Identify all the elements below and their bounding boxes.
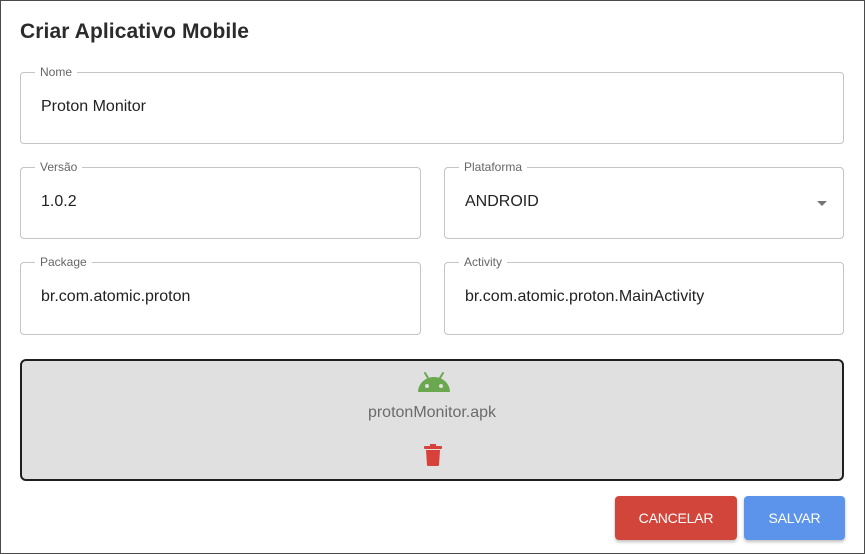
activity-field-value: br.com.atomic.proton.MainActivity xyxy=(465,288,705,305)
version-field[interactable]: Versão 1.0.2 xyxy=(20,160,421,239)
trash-icon[interactable] xyxy=(424,444,442,466)
dialog-title: Criar Aplicativo Mobile xyxy=(20,20,250,43)
dropdown-arrow-icon[interactable] xyxy=(817,201,827,206)
file-dropzone[interactable]: protonMonitor.apk xyxy=(20,359,844,481)
activity-field[interactable]: Activity br.com.atomic.proton.MainActivi… xyxy=(444,255,844,335)
platform-select-label: Plataforma xyxy=(459,160,528,174)
name-field[interactable]: Nome Proton Monitor xyxy=(20,65,844,144)
save-button[interactable]: SALVAR xyxy=(744,496,845,540)
version-field-label: Versão xyxy=(35,160,83,174)
name-field-value: Proton Monitor xyxy=(41,98,146,115)
android-icon xyxy=(418,372,450,392)
version-field-value: 1.0.2 xyxy=(41,193,77,210)
platform-select[interactable]: Plataforma ANDROID xyxy=(444,160,844,239)
create-mobile-app-dialog: Criar Aplicativo Mobile Nome Proton Moni… xyxy=(0,0,865,554)
package-field[interactable]: Package br.com.atomic.proton xyxy=(20,255,421,335)
name-field-label: Nome xyxy=(35,65,78,79)
file-name: protonMonitor.apk xyxy=(367,404,497,421)
activity-field-label: Activity xyxy=(459,255,508,269)
package-field-value: br.com.atomic.proton xyxy=(41,288,191,305)
cancel-button[interactable]: CANCELAR xyxy=(615,496,737,540)
platform-select-value: ANDROID xyxy=(465,193,539,210)
package-field-label: Package xyxy=(35,255,92,269)
